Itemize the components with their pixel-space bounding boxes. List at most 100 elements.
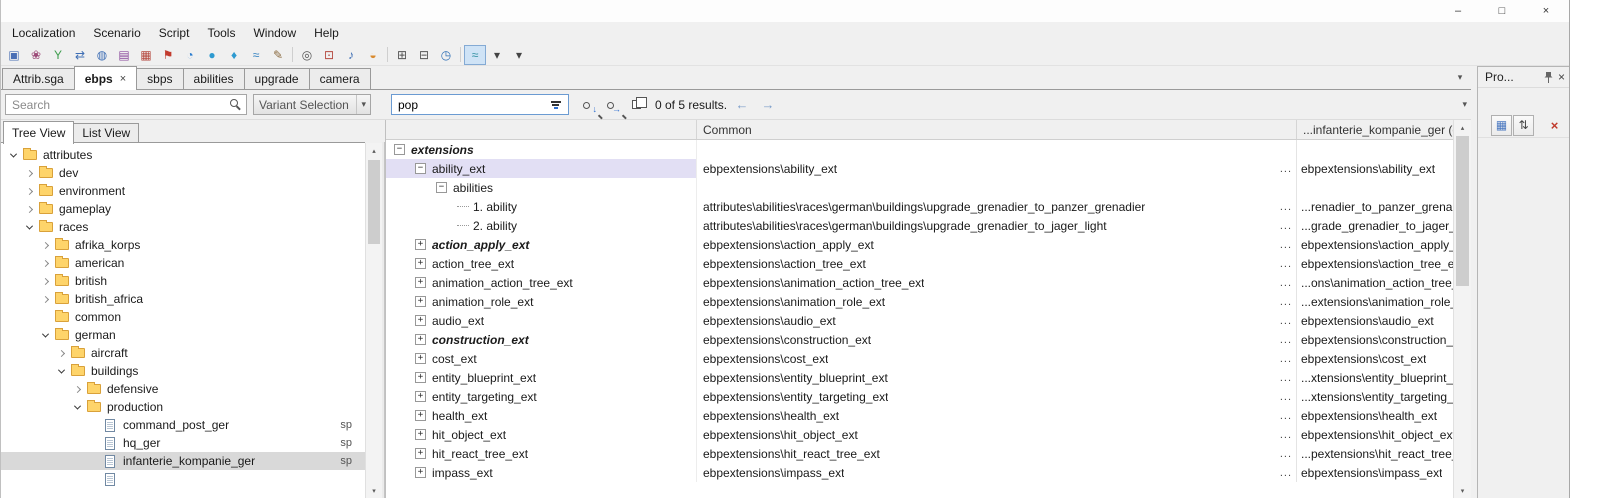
search-input[interactable]: [5, 94, 247, 115]
next-result-button[interactable]: →: [757, 94, 779, 116]
column-header-common[interactable]: Common: [696, 120, 1296, 139]
expand-icon[interactable]: +: [415, 372, 426, 383]
tab-sbps[interactable]: sbps: [136, 68, 184, 89]
expand-icon[interactable]: +: [415, 391, 426, 402]
reset-button[interactable]: ×: [1544, 115, 1565, 136]
more-button[interactable]: ...: [1276, 467, 1296, 479]
tree-node-british-africa[interactable]: british_africa: [1, 290, 365, 308]
table-row-cost-ext[interactable]: + cost_ext ebpextensions\cost_ext... ebpext…: [386, 349, 1453, 368]
table-row-health-ext[interactable]: + health_ext ebpextensions\health_ext... eb…: [386, 406, 1453, 425]
droplet-icon[interactable]: ♦: [223, 45, 245, 65]
table-row-abilities[interactable]: − abilities: [386, 178, 1453, 197]
chevron-right-icon[interactable]: [25, 205, 34, 213]
more-button[interactable]: ...: [1276, 258, 1296, 270]
table-row-1-ability[interactable]: 1. ability attributes\abilities\races\ger…: [386, 197, 1453, 216]
expand-icon[interactable]: +: [415, 334, 426, 345]
tab-upgrade[interactable]: upgrade: [243, 68, 310, 89]
expand-icon[interactable]: +: [415, 315, 426, 326]
menu-item-scenario[interactable]: Scenario: [84, 23, 149, 43]
collapse-icon[interactable]: −: [415, 163, 426, 174]
table-row-hit-react-tree-ext[interactable]: + hit_react_tree_ext ebpextensions\hit_rea…: [386, 444, 1453, 463]
tree-node-dev[interactable]: dev: [1, 164, 365, 182]
flower-icon[interactable]: ❀: [25, 45, 47, 65]
chevron-down-icon[interactable]: [9, 150, 18, 158]
maximize-button[interactable]: □: [1485, 2, 1519, 20]
table-icon[interactable]: ▦: [135, 45, 157, 65]
expand-icon[interactable]: +: [415, 296, 426, 307]
tree-node-gameplay[interactable]: gameplay: [1, 200, 365, 218]
clock-icon[interactable]: ◷: [435, 45, 457, 65]
expand-icon[interactable]: +: [415, 258, 426, 269]
tree-node-afrika-korps[interactable]: afrika_korps: [1, 236, 365, 254]
table-row-entity-blueprint-ext[interactable]: + entity_blueprint_ext ebpextensions\entit…: [386, 368, 1453, 387]
draw-options-chevron-icon[interactable]: ▾: [486, 45, 508, 65]
chevron-down-icon[interactable]: [25, 222, 34, 230]
cascade-button[interactable]: [625, 94, 647, 116]
chevron-right-icon[interactable]: [41, 241, 50, 249]
tree-node-german[interactable]: german: [1, 326, 365, 344]
tree-node-aircraft[interactable]: aircraft: [1, 344, 365, 362]
table-row-audio-ext[interactable]: + audio_ext ebpextensions\audio_ext... ebpe…: [386, 311, 1453, 330]
chevron-right-icon[interactable]: [57, 349, 66, 357]
chevron-down-icon[interactable]: [73, 402, 82, 410]
table-row-construction-ext[interactable]: + construction_ext ebpextensions\construct…: [386, 330, 1453, 349]
transfer-icon[interactable]: ⇄: [69, 45, 91, 65]
flag-icon[interactable]: ⚑: [157, 45, 179, 65]
more-button[interactable]: ...: [1276, 220, 1296, 232]
table-row-entity-targeting-ext[interactable]: + entity_targeting_ext ebpextensions\entit…: [386, 387, 1453, 406]
table-row-ability-ext[interactable]: − ability_ext ebpextensions\ability_ext...…: [386, 159, 1453, 178]
tab-attrib-sga[interactable]: Attrib.sga: [2, 68, 75, 89]
more-button[interactable]: ...: [1276, 353, 1296, 365]
branch-icon[interactable]: Y: [47, 45, 69, 65]
table-row-impass-ext[interactable]: + impass_ext ebpextensions\impass_ext... eb…: [386, 463, 1453, 482]
grid-icon[interactable]: ⊟: [413, 45, 435, 65]
search-panel-button[interactable]: ▾: [1462, 99, 1467, 110]
chevron-right-icon[interactable]: [73, 385, 82, 393]
scroll-up-icon[interactable]: ▴: [1454, 120, 1471, 135]
expand-icon[interactable]: +: [415, 277, 426, 288]
tree-node-hq-ger[interactable]: hq_ger sp: [1, 434, 365, 452]
tree-node-command-post-ger[interactable]: command_post_ger sp: [1, 416, 365, 434]
frame-icon[interactable]: ⊞: [391, 45, 413, 65]
tree-node-infanterie-kompanie-ger[interactable]: infanterie_kompanie_ger sp: [1, 452, 365, 470]
chevron-right-icon[interactable]: [41, 259, 50, 267]
table-row-animation-action-tree-ext[interactable]: + animation_action_tree_ext ebpextensions\…: [386, 273, 1453, 292]
view-tab-list-view[interactable]: List View: [73, 123, 140, 143]
chevron-right-icon[interactable]: [41, 295, 50, 303]
chevron-right-icon[interactable]: [25, 169, 34, 177]
expand-icon[interactable]: +: [415, 410, 426, 421]
tab-ebps[interactable]: ebps ×: [73, 66, 138, 90]
table-row-hit-object-ext[interactable]: + hit_object_ext ebpextensions\hit_object_…: [386, 425, 1453, 444]
tab-abilities[interactable]: abilities: [182, 68, 245, 89]
scroll-down-icon[interactable]: ▾: [366, 483, 382, 498]
close-button[interactable]: ×: [1529, 2, 1563, 20]
menu-item-help[interactable]: Help: [305, 23, 348, 43]
layers-icon[interactable]: ▣: [3, 45, 25, 65]
menu-item-script[interactable]: Script: [150, 23, 199, 43]
tree-node-buildings[interactable]: buildings: [1, 362, 365, 380]
find-all-button[interactable]: →: [601, 94, 623, 116]
collapse-icon[interactable]: −: [394, 144, 405, 155]
more-button[interactable]: ...: [1276, 239, 1296, 251]
expand-icon[interactable]: +: [415, 353, 426, 364]
table-row-extensions[interactable]: − extensions: [386, 140, 1453, 159]
more-button[interactable]: ...: [1276, 429, 1296, 441]
table-row-animation-role-ext[interactable]: + animation_role_ext ebpextensions\animati…: [386, 292, 1453, 311]
sphere-icon[interactable]: ●: [201, 45, 223, 65]
tree-node-defensive[interactable]: defensive: [1, 380, 365, 398]
more-button[interactable]: ...: [1276, 372, 1296, 384]
target-icon[interactable]: ⊡: [318, 45, 340, 65]
chevron-down-icon[interactable]: [41, 330, 50, 338]
table-row-action-tree-ext[interactable]: + action_tree_ext ebpextensions\action_tre…: [386, 254, 1453, 273]
column-header-entity[interactable]: ...infanterie_kompanie_ger (de: [1296, 120, 1453, 139]
collapse-icon[interactable]: −: [436, 182, 447, 193]
scroll-up-icon[interactable]: ▴: [366, 143, 382, 158]
tree-node-races[interactable]: races: [1, 218, 365, 236]
scroll-down-icon[interactable]: ▾: [1454, 483, 1471, 498]
expand-icon[interactable]: +: [415, 429, 426, 440]
horizon-icon[interactable]: ◒: [362, 45, 384, 65]
view-tab-tree-view[interactable]: Tree View: [3, 121, 75, 144]
close-icon[interactable]: ×: [1558, 70, 1565, 84]
scrollbar-thumb[interactable]: [368, 160, 380, 244]
more-button[interactable]: ...: [1276, 296, 1296, 308]
